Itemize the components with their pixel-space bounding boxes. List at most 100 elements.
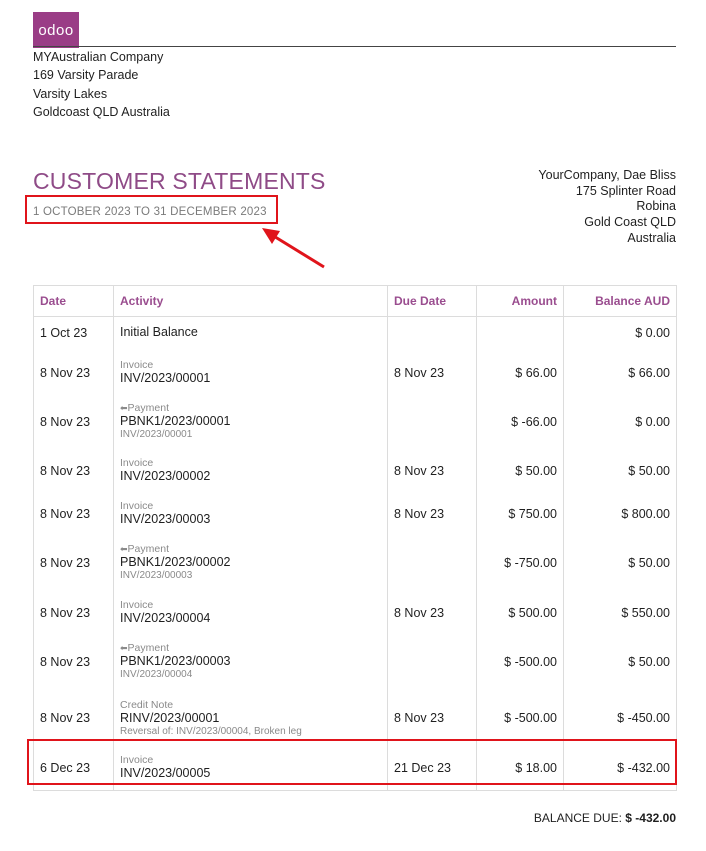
row-due-date [387, 632, 477, 691]
row-due-date: 8 Nov 23 [387, 348, 477, 397]
row-activity: Invoice INV/2023/00004 [113, 592, 388, 633]
table-row: 8 Nov 23 ⬅Payment PBNK1/2023/00001 INV/2023… [33, 396, 677, 447]
company-street: 169 Varsity Parade [33, 68, 139, 83]
row-balance: $ 0.00 [563, 396, 677, 447]
activity-reference: INV/2023/00003 [120, 512, 211, 526]
row-activity: ⬅Payment PBNK1/2023/00002 INV/2023/00003 [113, 532, 388, 593]
row-balance: $ 50.00 [563, 632, 677, 691]
row-due-date [387, 396, 477, 447]
row-amount: $ -500.00 [476, 632, 564, 691]
row-due-date: 8 Nov 23 [387, 592, 477, 633]
header-divider [33, 46, 676, 47]
table-row: 8 Nov 23 ⬅Payment PBNK1/2023/00003 INV/2023… [33, 632, 677, 691]
activity-type-label: Payment [127, 402, 169, 414]
activity-type-label: Credit Note [120, 698, 174, 711]
header-activity: Activity [113, 285, 388, 317]
row-amount: $ -750.00 [476, 532, 564, 593]
row-activity: Invoice INV/2023/00001 [113, 348, 388, 397]
activity-type-label: Invoice [120, 359, 154, 371]
company-name: MYAustralian Company [33, 50, 164, 64]
activity-type-label: Invoice [120, 500, 154, 512]
row-amount: $ -500.00 [476, 690, 564, 746]
company-address: MYAustralian Company 169 Varsity Parade … [33, 48, 170, 121]
table-row: 1 Oct 23 Initial Balance $ 0.00 [33, 316, 677, 349]
recipient-name: YourCompany, Dae Bliss [538, 168, 676, 182]
activity-subtext: INV/2023/00001 [120, 429, 193, 440]
row-due-date: 8 Nov 23 [387, 690, 477, 746]
row-balance: $ 50.00 [563, 446, 677, 495]
row-amount: $ 750.00 [476, 494, 564, 533]
row-due-date: 8 Nov 23 [387, 494, 477, 533]
activity-type: Credit Note [120, 699, 381, 711]
activity-subtext: INV/2023/00004 [120, 669, 193, 680]
row-balance: $ 50.00 [563, 532, 677, 593]
logo-text: odoo [38, 21, 74, 39]
activity-type-label: Invoice [120, 599, 154, 611]
row-activity: ⬅Payment PBNK1/2023/00001 INV/2023/00001 [113, 396, 388, 447]
activity-type: Invoice [120, 500, 381, 512]
table-row: 8 Nov 23 Credit Note RINV/2023/00001 Revers… [33, 690, 677, 746]
row-activity: ⬅Payment PBNK1/2023/00003 INV/2023/00004 [113, 632, 388, 691]
row-due-date [387, 532, 477, 593]
row-balance: $ 66.00 [563, 348, 677, 397]
recipient-region: Gold Coast QLD [584, 215, 676, 230]
activity-reference: Initial Balance [120, 325, 198, 340]
row-date: 8 Nov 23 [33, 446, 114, 495]
company-region: Goldcoast QLD Australia [33, 104, 170, 119]
activity-type: ⬅Payment [120, 543, 381, 555]
table-row: 8 Nov 23 Invoice INV/2023/00002 8 Nov 23 $ 5… [33, 446, 677, 495]
activity-type: ⬅Payment [120, 642, 381, 654]
row-date: 1 Oct 23 [33, 316, 114, 349]
recipient-city: Robina [636, 199, 676, 214]
row-balance: $ 800.00 [563, 494, 677, 533]
payment-arrow-icon: ⬅ [120, 403, 128, 413]
statement-table: Date Activity Due Date Amount Balance AU… [33, 285, 677, 791]
period-highlight-box [25, 195, 278, 224]
row-amount: $ 50.00 [476, 446, 564, 495]
activity-reference: PBNK1/2023/00001 [120, 414, 231, 428]
row-date: 8 Nov 23 [33, 396, 114, 447]
balance-due: BALANCE DUE: $ -432.00 [534, 811, 676, 825]
payment-arrow-icon: ⬅ [120, 643, 128, 653]
recipient-address: YourCompany, Dae Bliss 175 Splinter Road… [538, 168, 676, 247]
row-amount [476, 316, 564, 349]
activity-type: Invoice [120, 359, 381, 371]
header-balance: Balance AUD [563, 285, 677, 317]
activity-type-label: Invoice [120, 457, 154, 469]
header-due-date: Due Date [387, 285, 477, 317]
activity-reference: RINV/2023/00001 [120, 710, 220, 725]
company-city: Varsity Lakes [33, 86, 108, 101]
header-date: Date [33, 285, 114, 317]
last-row-highlight-box [27, 739, 677, 785]
row-balance: $ 550.00 [563, 592, 677, 633]
activity-type-label: Payment [127, 543, 169, 555]
row-amount: $ 66.00 [476, 348, 564, 397]
activity-type: Invoice [120, 599, 381, 611]
row-activity: Invoice INV/2023/00002 [113, 446, 388, 495]
table-row: 8 Nov 23 Invoice INV/2023/00003 8 Nov 23 $ 7… [33, 494, 677, 533]
page-title: CUSTOMER STATEMENTS [33, 168, 326, 194]
row-amount: $ 500.00 [476, 592, 564, 633]
activity-type: ⬅Payment [120, 402, 381, 414]
odoo-logo: odoo [33, 12, 79, 48]
row-activity: Initial Balance [113, 316, 388, 349]
recipient-street: 175 Splinter Road [575, 183, 676, 198]
row-due-date [387, 316, 477, 349]
balance-due-value: $ -432.00 [625, 811, 676, 825]
row-date: 8 Nov 23 [33, 632, 114, 691]
row-date: 8 Nov 23 [33, 690, 114, 746]
activity-reference: INV/2023/00004 [120, 611, 211, 625]
activity-type: Invoice [120, 457, 381, 469]
row-balance: $ 0.00 [563, 316, 677, 349]
balance-due-label: BALANCE DUE: [533, 811, 622, 825]
table-row: 8 Nov 23 ⬅Payment PBNK1/2023/00002 INV/2023… [33, 532, 677, 593]
activity-reference: INV/2023/00002 [120, 469, 211, 483]
payment-arrow-icon: ⬅ [120, 544, 128, 554]
row-activity: Credit Note RINV/2023/00001 Reversal of: I… [113, 690, 388, 746]
row-date: 8 Nov 23 [33, 494, 114, 533]
row-balance: $ -450.00 [563, 690, 677, 746]
row-activity: Invoice INV/2023/00003 [113, 494, 388, 533]
activity-subtext: Reversal of: INV/2023/00004, Broken leg [120, 725, 302, 737]
activity-subtext: INV/2023/00003 [120, 570, 193, 581]
row-date: 8 Nov 23 [33, 532, 114, 593]
